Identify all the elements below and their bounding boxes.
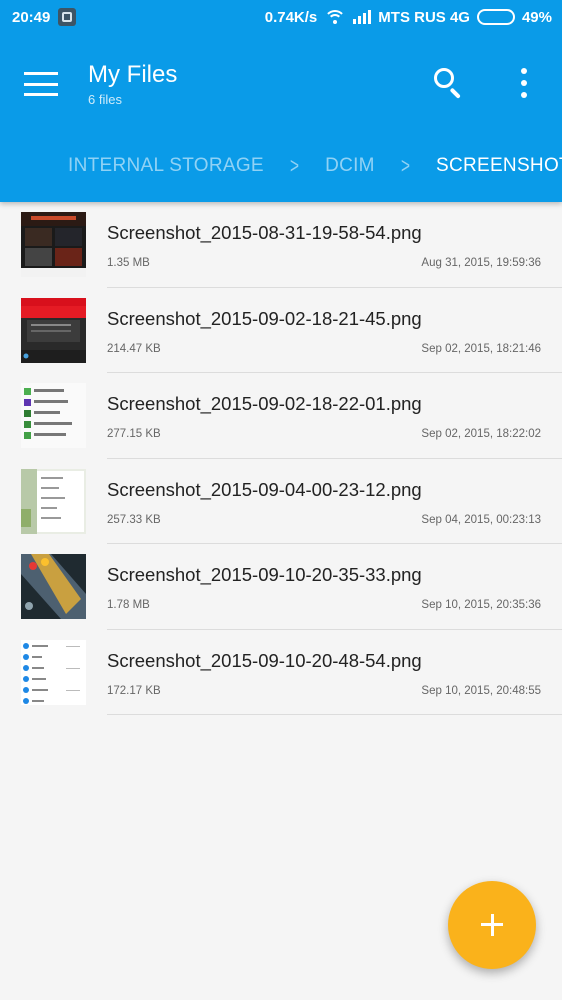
file-thumbnail: [21, 383, 86, 448]
breadcrumb: INTERNAL STORAGE > DCIM > SCREENSHOTS: [0, 130, 562, 202]
breadcrumb-internal-storage[interactable]: INTERNAL STORAGE: [68, 155, 264, 177]
file-date: Sep 02, 2015, 18:22:02: [421, 428, 541, 440]
file-name: Screenshot_2015-09-02-18-22-01.png: [107, 393, 422, 414]
breadcrumb-screenshots[interactable]: SCREENSHOTS: [436, 155, 562, 177]
file-size: 1.35 MB: [107, 257, 150, 269]
file-thumbnail: [21, 639, 86, 705]
battery-icon: [476, 9, 515, 25]
file-size: 1.78 MB: [107, 599, 150, 611]
status-right-group: 0.74K/s MTS RUS 4G 49%: [265, 9, 552, 26]
file-row[interactable]: Screenshot_2015-09-10-20-35-33.png 1.78 …: [0, 544, 562, 630]
status-bar: 20:49 0.74K/s MTS RUS 4G 49%: [0, 0, 562, 34]
plus-icon: [490, 914, 494, 936]
search-icon[interactable]: [432, 66, 466, 100]
title-block: My Files 6 files: [88, 60, 177, 107]
file-row[interactable]: Screenshot_2015-08-31-19-58-54.png 1.35 …: [0, 202, 562, 288]
file-size: 172.17 KB: [107, 684, 161, 697]
file-row[interactable]: Screenshot_2015-09-02-18-22-01.png 277.1…: [0, 373, 562, 459]
file-date: Sep 10, 2015, 20:35:36: [421, 599, 541, 611]
toolbar: My Files 6 files: [0, 34, 562, 130]
file-name: Screenshot_2015-09-10-20-48-54.png: [107, 649, 422, 671]
signal-icon: [353, 10, 372, 24]
file-size: 277.15 KB: [107, 428, 161, 440]
file-list: Screenshot_2015-08-31-19-58-54.png 1.35 …: [0, 202, 562, 715]
file-thumbnail: [21, 468, 86, 534]
carrier-name: MTS RUS 4G: [378, 8, 470, 26]
app-bar: 20:49 0.74K/s MTS RUS 4G 49% My Files 6 …: [0, 0, 562, 202]
breadcrumb-dcim[interactable]: DCIM: [325, 155, 375, 177]
file-row[interactable]: Screenshot_2015-09-10-20-48-54.png 172.1…: [0, 630, 562, 715]
chevron-right-icon: >: [400, 153, 410, 178]
row-divider: [107, 714, 562, 715]
wifi-icon: [324, 9, 347, 25]
status-time: 20:49: [12, 8, 51, 26]
file-date: Sep 10, 2015, 20:48:55: [421, 684, 541, 697]
file-date: Sep 04, 2015, 00:23:13: [421, 513, 541, 526]
file-name: Screenshot_2015-09-04-00-23-12.png: [107, 478, 422, 500]
file-row[interactable]: Screenshot_2015-09-02-18-21-45.png 214.4…: [0, 288, 562, 373]
file-date: Aug 31, 2015, 19:59:36: [421, 257, 541, 269]
gallery-app-icon: [58, 8, 77, 26]
file-name: Screenshot_2015-09-02-18-21-45.png: [107, 307, 422, 329]
add-fab-button[interactable]: [448, 881, 536, 969]
network-speed: 0.74K/s: [264, 8, 318, 26]
file-name: Screenshot_2015-08-31-19-58-54.png: [107, 222, 422, 243]
file-thumbnail: [21, 212, 86, 277]
file-thumbnail: [21, 297, 86, 363]
file-size: 214.47 KB: [107, 342, 161, 355]
chevron-right-icon: >: [289, 153, 300, 178]
file-size: 257.33 KB: [107, 513, 161, 526]
file-date: Sep 02, 2015, 18:21:46: [421, 342, 541, 355]
file-count: 6 files: [88, 92, 122, 107]
page-title: My Files: [88, 61, 178, 88]
battery-percent: 49%: [521, 8, 552, 26]
more-vert-icon[interactable]: [516, 68, 532, 98]
file-row[interactable]: Screenshot_2015-09-04-00-23-12.png 257.3…: [0, 459, 562, 544]
file-name: Screenshot_2015-09-10-20-35-33.png: [107, 564, 422, 585]
file-thumbnail: [21, 554, 86, 619]
hamburger-menu-icon[interactable]: [24, 72, 58, 96]
